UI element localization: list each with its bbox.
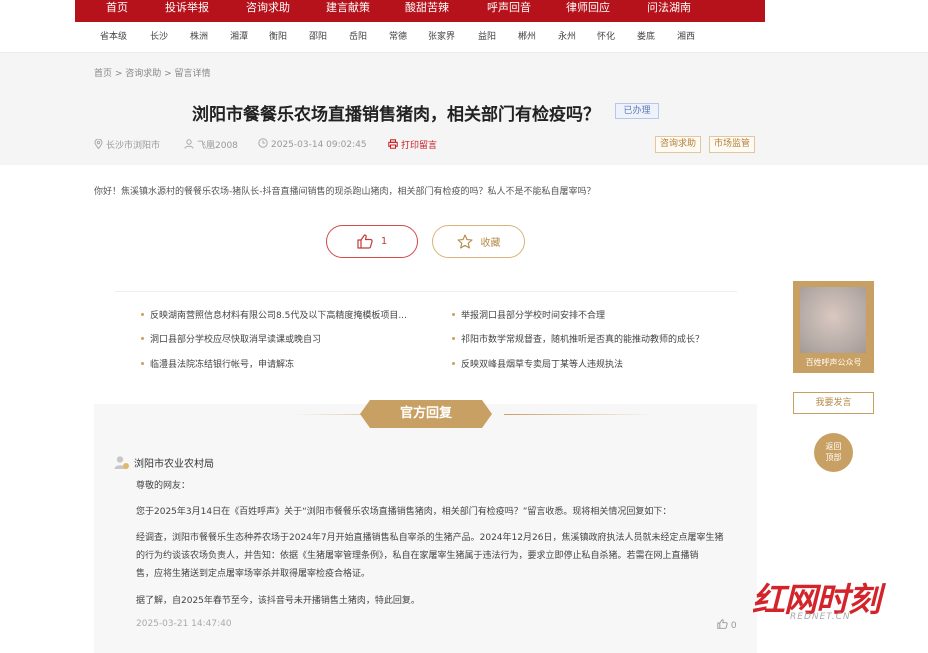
related-link[interactable]: 反映双峰县烟草专卖局丁某等人违规执法 — [452, 357, 623, 370]
city-link[interactable]: 湘潭 — [230, 22, 248, 53]
city-link[interactable]: 邵阳 — [309, 22, 327, 53]
nav-law-hunan[interactable]: 问法湖南 — [647, 0, 691, 22]
author-text: 飞凰2008 — [197, 141, 238, 151]
nav-suggest[interactable]: 建言献策 — [326, 0, 370, 22]
nav-consult[interactable]: 咨询求助 — [246, 0, 290, 22]
reply-greeting: 尊敬的网友： — [136, 481, 191, 491]
nav-home[interactable]: 首页 — [106, 0, 128, 22]
reply-ornament-right — [504, 414, 654, 415]
thumbs-up-icon — [717, 619, 728, 629]
reply-paragraph: 售，应将生猪送到定点屠宰场宰杀并取得屠宰检疫合格证。 — [136, 569, 371, 579]
reply-like-count: 0 — [730, 621, 737, 631]
city-link[interactable]: 株洲 — [190, 22, 208, 53]
reply-date: 2025-03-21 14:47:40 — [136, 619, 232, 629]
back-to-top-line1: 返回 — [825, 442, 842, 451]
breadcrumb[interactable]: 首页 > 咨询求助 > 留言详情 — [94, 66, 211, 79]
city-link[interactable]: 郴州 — [518, 22, 536, 53]
city-link[interactable]: 娄底 — [637, 22, 655, 53]
reply-paragraph: 的行为约谈该农场负责人，并告知：依据《生猪屠宰管理条例》，私自在家屠宰生猪属于违… — [136, 551, 699, 561]
back-to-top-button[interactable]: 返回 顶部 — [814, 433, 853, 472]
official-reply: 官方回复 浏阳市农业农村局 尊敬的网友： 您于2025年3月14日在《百姓呼声》… — [94, 400, 757, 653]
tag-consult[interactable]: 咨询求助 — [655, 136, 702, 153]
meta-location: 长沙市浏阳市 — [94, 138, 160, 151]
department-name: 浏阳市农业农村局 — [134, 459, 214, 470]
qr-code-panel: 百姓呼声公众号 — [793, 281, 874, 373]
top-nav-bar: 首页 投诉举报 咨询求助 建言献策 酸甜苦辣 呼声回音 律师回应 问法湖南 — [75, 0, 765, 22]
star-icon — [456, 234, 473, 249]
nav-lawyer[interactable]: 律师回应 — [566, 0, 610, 22]
printer-icon — [388, 139, 398, 149]
city-nav: 省本级 长沙 株洲 湘潭 衡阳 邵阳 岳阳 常德 张家界 益阳 郴州 永州 怀化… — [0, 22, 928, 53]
related-link[interactable]: 反映湖南营照信息材料有限公司8.5代及以下高精度掩模板项目... — [141, 308, 407, 321]
city-link[interactable]: 省本级 — [100, 22, 127, 53]
divider — [115, 291, 737, 292]
time-text: 2025-03-14 09:02:45 — [271, 140, 367, 150]
print-text: 打印留言 — [401, 141, 438, 151]
watermark-domain: REDNET.CN — [790, 612, 851, 622]
qr-code-image — [800, 287, 866, 353]
reply-paragraph: 您于2025年3月14日在《百姓呼声》关于“浏阳市餐餐乐农场直播销售猪肉，相关部… — [136, 507, 672, 517]
nav-complaint[interactable]: 投诉举报 — [165, 0, 209, 22]
department-avatar-icon — [114, 456, 129, 469]
meta-time: 2025-03-14 09:02:45 — [258, 138, 367, 150]
favorite-label: 收藏 — [480, 238, 501, 249]
nav-life[interactable]: 酸甜苦辣 — [405, 0, 449, 22]
nav-response[interactable]: 呼声回音 — [487, 0, 531, 22]
favorite-button[interactable]: 收藏 — [432, 225, 525, 258]
related-link[interactable]: 洞口县部分学校应尽快取消早读课或晚自习 — [141, 332, 321, 345]
city-link[interactable]: 衡阳 — [269, 22, 287, 53]
thumbs-up-icon — [357, 234, 373, 249]
tag-market[interactable]: 市场监管 — [709, 136, 756, 153]
reply-department: 浏阳市农业农村局 — [114, 455, 214, 470]
city-link[interactable]: 岳阳 — [349, 22, 367, 53]
top-nav: 首页 投诉举报 咨询求助 建言献策 酸甜苦辣 呼声回音 律师回应 问法湖南 — [0, 0, 928, 22]
question-body: 你好！焦溪镇水源村的餐餐乐农场-猪队长-抖音直播间销售的现杀跑山猪肉，相关部门有… — [94, 187, 596, 197]
qr-label: 百姓呼声公众号 — [805, 358, 862, 367]
reply-like-button[interactable]: 0 — [717, 619, 737, 631]
clock-icon — [258, 138, 268, 148]
print-link[interactable]: 打印留言 — [388, 138, 437, 151]
city-link[interactable]: 益阳 — [478, 22, 496, 53]
reply-paragraph: 据了解，自2025年春节至今，该抖音号未开播销售土猪肉，特此回复。 — [136, 596, 420, 606]
back-to-top-line2: 顶部 — [825, 453, 842, 462]
meta-author: 飞凰2008 — [184, 138, 238, 151]
city-link[interactable]: 常德 — [389, 22, 407, 53]
reply-paragraph: 经调查，浏阳市餐餐乐生态种养农场于2024年7月开始直播销售私自宰杀的生猪产品。… — [136, 533, 724, 543]
city-link[interactable]: 永州 — [558, 22, 576, 53]
like-button[interactable]: 1 — [326, 225, 418, 258]
user-icon — [184, 139, 194, 149]
related-link[interactable]: 举报洞口县部分学校时间安排不合理 — [452, 308, 605, 321]
city-link[interactable]: 湘西 — [677, 22, 695, 53]
related-link[interactable]: 临澧县法院冻结银行帐号，申请解冻 — [141, 357, 294, 370]
city-link[interactable]: 长沙 — [150, 22, 168, 53]
city-link[interactable]: 张家界 — [428, 22, 455, 53]
location-icon — [94, 139, 103, 149]
related-link[interactable]: 祁阳市数学常规督查，随机推听是否真的能推动教师的成长？ — [452, 332, 704, 345]
location-text: 长沙市浏阳市 — [106, 141, 161, 151]
post-message-button[interactable]: 我要发言 — [793, 392, 874, 414]
like-count: 1 — [380, 236, 388, 247]
city-link[interactable]: 怀化 — [597, 22, 615, 53]
status-badge: 已办理 — [615, 103, 659, 119]
page-title: 浏阳市餐餐乐农场直播销售猪肉，相关部门有检疫吗？ — [192, 105, 600, 125]
reply-badge: 官方回复 — [360, 400, 492, 428]
